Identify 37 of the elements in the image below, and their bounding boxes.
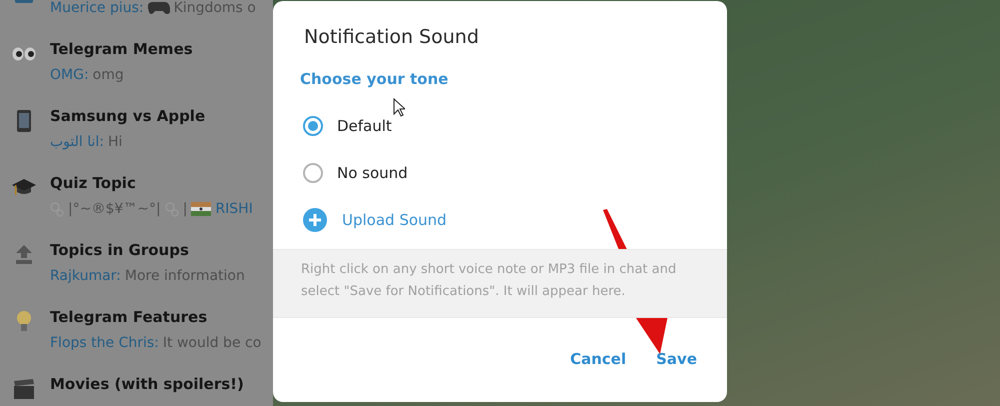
phone-icon [17,110,31,132]
chat-title: Samsung vs Apple [50,107,206,126]
option-label: No sound [337,164,408,182]
chat-title: Telegram Features [50,308,208,327]
option-label: Default [337,116,392,134]
message-preview: Hi [108,134,122,150]
chat-title: Topics in Groups [50,241,190,260]
message-preview: Kingdoms o [174,0,256,16]
radio-button[interactable] [303,116,323,136]
sender-name: RISHI [215,201,253,217]
chat-title: Quiz Topic [50,174,137,193]
sender-name: OMG: [50,67,89,83]
message-preview: It would be co [162,335,262,351]
message-preview: More information [124,268,245,284]
dialog-button[interactable]: Cancel [560,346,636,372]
message-preview: | [182,201,188,217]
section-heading: Choose your tone [299,69,450,88]
graduation-cap-icon [12,178,36,198]
sender-name: Rajkumar: [50,268,121,284]
dialog-title: Notification Sound [303,25,480,50]
top-arrow-icon [15,245,33,265]
message-preview: |°~®$¥™~°| [68,201,161,217]
light-bulb-icon [16,310,32,334]
sender-name: Flops the Chris: [50,335,159,351]
dialog-button[interactable]: Save [646,346,707,372]
gamepad-icon [148,1,170,15]
clapperboard-icon [13,379,35,399]
plus-icon [303,208,327,232]
mouse-cursor-icon [393,98,405,117]
chat-title: Telegram Memes [50,40,193,59]
flag-icon [191,202,212,216]
radio-button[interactable] [303,162,323,182]
sender-name: Muerice pius: [50,0,144,16]
message-preview: omg [92,67,124,83]
chat-title: Movies (with spoilers!) [50,375,244,394]
eyes-icon [12,47,36,61]
sender-name: انا التوب: [50,134,104,150]
